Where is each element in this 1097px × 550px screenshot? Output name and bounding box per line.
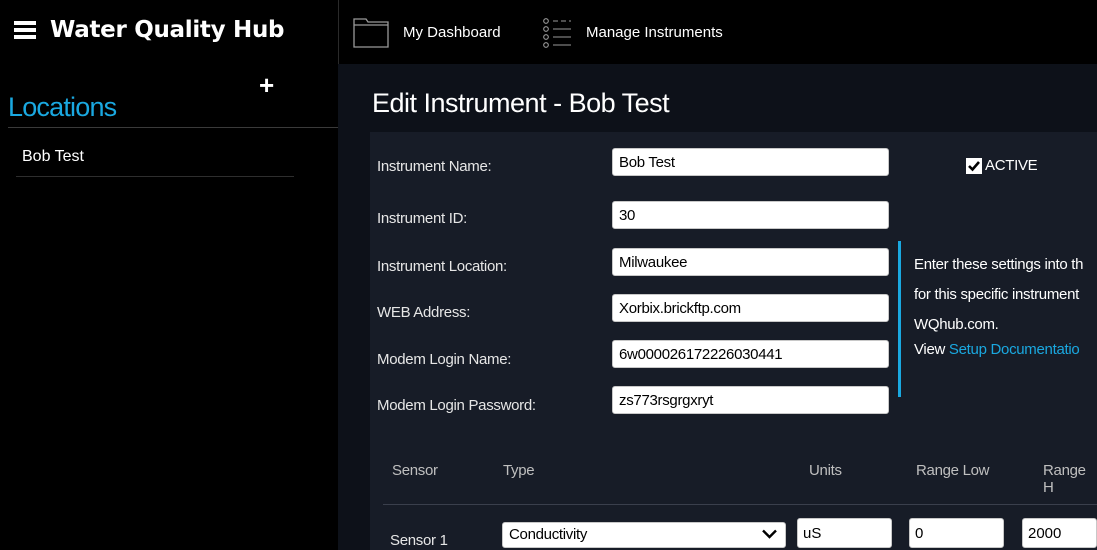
sensor-range-high-input[interactable] bbox=[1022, 518, 1097, 548]
nav-manage-instruments[interactable]: Manage Instruments bbox=[542, 14, 723, 50]
instrument-id-label: Instrument ID: bbox=[377, 210, 467, 227]
add-location-plus-icon[interactable]: + bbox=[259, 72, 274, 98]
checkmark-icon bbox=[968, 160, 980, 171]
sidebar-item-divider bbox=[16, 176, 294, 177]
active-label: ACTIVE bbox=[985, 157, 1038, 174]
table-header-divider bbox=[383, 504, 1097, 505]
modem-login-name-label: Modem Login Name: bbox=[377, 351, 512, 368]
nav-manage-instruments-label: Manage Instruments bbox=[586, 23, 723, 41]
active-toggle[interactable]: ACTIVE bbox=[966, 157, 1038, 174]
table-header-sensor: Sensor bbox=[392, 462, 438, 479]
sensor-row-name: Sensor 1 bbox=[390, 532, 448, 549]
instrument-name-input[interactable] bbox=[612, 148, 889, 176]
table-header-units: Units bbox=[809, 462, 842, 479]
active-checkbox[interactable] bbox=[966, 157, 982, 174]
info-line-3: WQhub.com. bbox=[914, 316, 999, 333]
locations-divider bbox=[8, 127, 338, 128]
sensor-units-input[interactable] bbox=[797, 518, 892, 548]
info-accent-bar bbox=[898, 241, 901, 397]
sidebar-item-bob-test[interactable]: Bob Test bbox=[22, 148, 84, 166]
modem-login-name-input[interactable] bbox=[612, 340, 889, 368]
list-icon bbox=[542, 16, 572, 48]
nav-my-dashboard-label: My Dashboard bbox=[403, 23, 501, 41]
folder-icon bbox=[353, 16, 389, 48]
info-line-2: for this specific instrument bbox=[914, 286, 1079, 303]
page-title: Edit Instrument - Bob Test bbox=[372, 88, 670, 118]
instrument-location-label: Instrument Location: bbox=[377, 258, 507, 275]
table-header-range-low: Range Low bbox=[916, 462, 990, 479]
modem-login-password-label: Modem Login Password: bbox=[377, 397, 536, 414]
instrument-location-input[interactable] bbox=[612, 248, 889, 276]
top-bar: Water Quality Hub My Dashboard Manage In bbox=[0, 0, 1097, 64]
sidebar: + Locations Bob Test bbox=[0, 64, 338, 550]
sensor-range-low-input[interactable] bbox=[909, 518, 1004, 548]
instrument-name-label: Instrument Name: bbox=[377, 158, 492, 175]
info-line-1: Enter these settings into th bbox=[914, 256, 1084, 273]
locations-title: Locations bbox=[8, 92, 117, 122]
table-header-range-high: Range H bbox=[1043, 462, 1086, 496]
sensor-type-select[interactable]: Conductivity bbox=[502, 522, 786, 548]
hamburger-menu-icon[interactable] bbox=[14, 21, 36, 39]
modem-login-password-input[interactable] bbox=[612, 386, 889, 414]
setup-documentation-link[interactable]: Setup Documentatio bbox=[949, 341, 1080, 358]
nav-my-dashboard[interactable]: My Dashboard bbox=[353, 14, 501, 50]
nav-divider bbox=[338, 0, 339, 64]
instrument-id-input[interactable] bbox=[612, 201, 889, 229]
info-view-text: View bbox=[914, 341, 949, 358]
app-title: Water Quality Hub bbox=[50, 17, 285, 43]
chevron-down-icon bbox=[762, 529, 777, 539]
sensor-type-value: Conductivity bbox=[509, 526, 588, 543]
web-address-input[interactable] bbox=[612, 294, 889, 322]
web-address-label: WEB Address: bbox=[377, 304, 471, 321]
info-line-4: View Setup Documentatio bbox=[914, 341, 1080, 358]
table-header-type: Type bbox=[503, 462, 535, 479]
